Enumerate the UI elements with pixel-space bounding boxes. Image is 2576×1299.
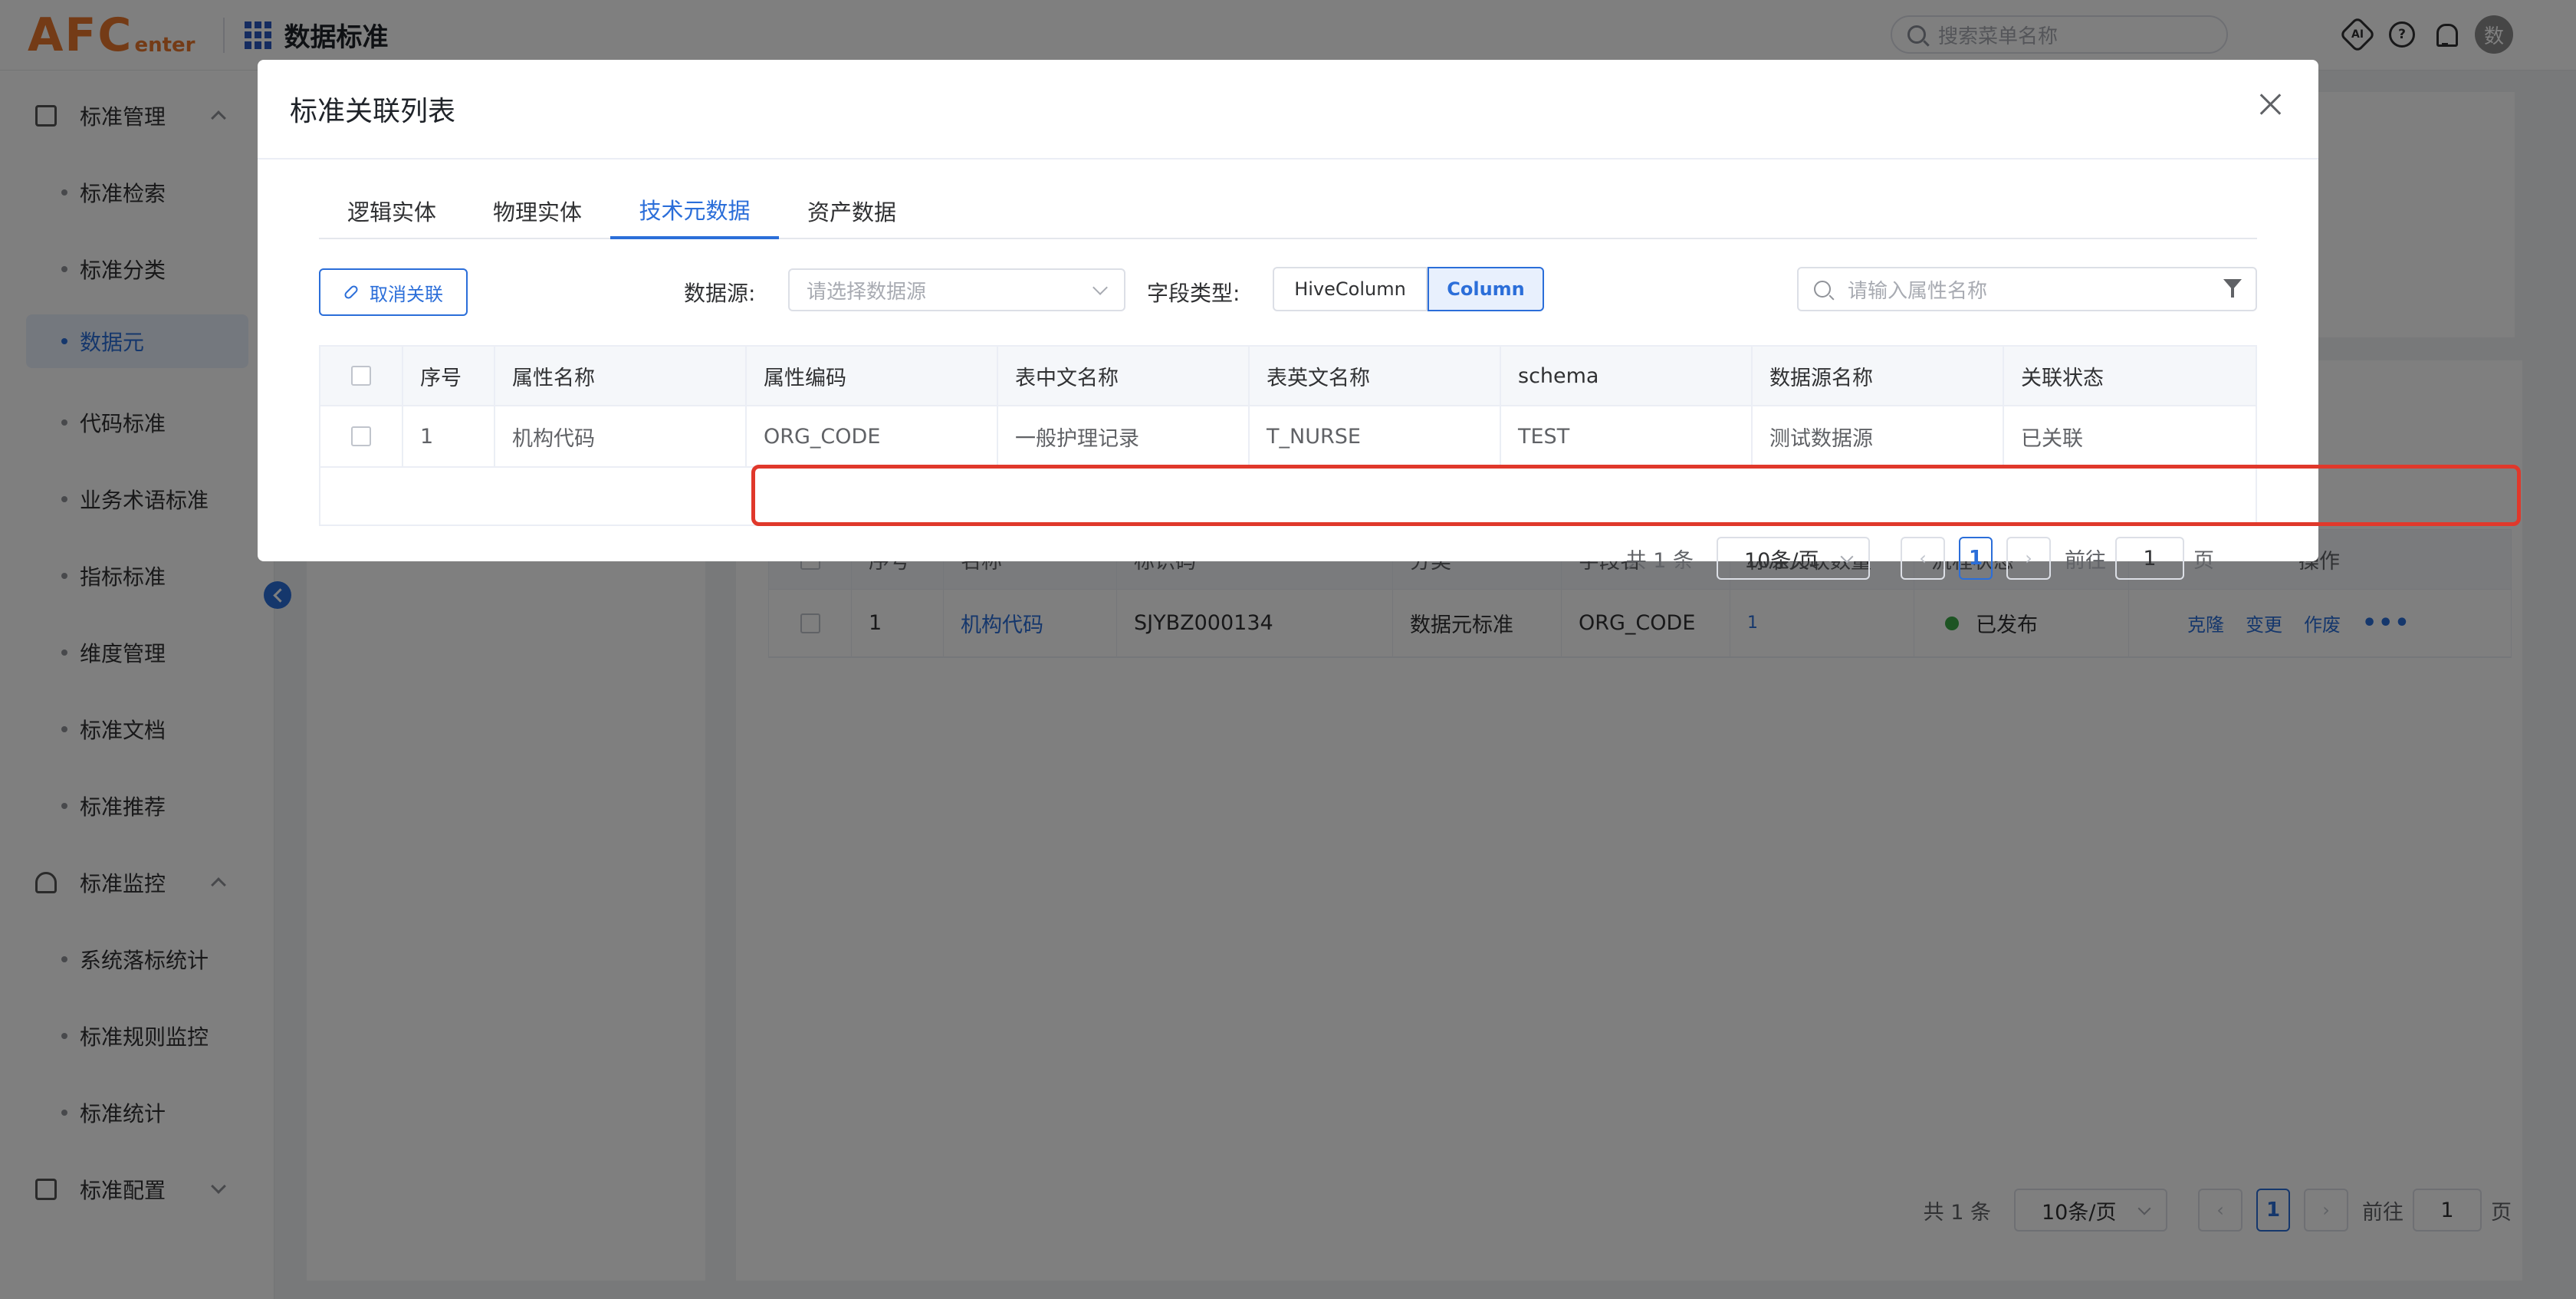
modal-divider (258, 158, 2318, 159)
field-type-label: 字段类型: (1147, 281, 1240, 306)
row-datasource: 测试数据源 (1753, 406, 2004, 466)
next-page-button[interactable]: › (2006, 537, 2051, 580)
row-checkbox-cell[interactable] (320, 406, 403, 466)
row-index: 1 (403, 406, 495, 466)
table-row: 1 机构代码 ORG_CODE 一般护理记录 T_NURSE TEST 测试数据… (320, 406, 2256, 468)
unlink-button[interactable]: 取消关联 (319, 268, 468, 316)
page-suffix: 页 (2193, 548, 2214, 573)
link-table-header: 序号 属性名称 属性编码 表中文名称 表英文名称 schema 数据源名称 关联… (320, 347, 2256, 406)
page-number-button[interactable]: 1 (1959, 537, 1993, 580)
link-icon (343, 284, 360, 301)
header-table-en: 表英文名称 (1250, 347, 1501, 405)
prev-page-button[interactable]: ‹ (1901, 537, 1945, 580)
goto-label: 前往 (2065, 548, 2106, 573)
row-link-status: 已关联 (2021, 426, 2083, 451)
row-table-en: T_NURSE (1250, 406, 1501, 466)
field-type-column-button[interactable]: Column (1428, 267, 1544, 311)
modal-tabs: 逻辑实体 物理实体 技术元数据 资产数据 (319, 183, 2257, 239)
header-checkbox-cell[interactable] (320, 347, 403, 405)
tab-physical-entity[interactable]: 物理实体 (465, 183, 610, 239)
tab-asset-data[interactable]: 资产数据 (779, 183, 925, 239)
page-size-select[interactable]: 10条/页 (1717, 537, 1870, 580)
attribute-search-placeholder: 请输入属性名称 (1848, 279, 1988, 303)
close-icon[interactable] (2259, 92, 2283, 117)
unlink-button-label: 取消关联 (370, 283, 443, 305)
row-table-cn: 一般护理记录 (998, 406, 1250, 466)
filter-icon[interactable] (2223, 279, 2242, 299)
header-table-cn: 表中文名称 (998, 347, 1250, 405)
header-datasource: 数据源名称 (1753, 347, 2004, 405)
header-attr-code: 属性编码 (747, 347, 998, 405)
tab-tech-metadata[interactable]: 技术元数据 (610, 183, 779, 239)
goto-page-input[interactable]: 1 (2115, 537, 2184, 580)
row-attr-code: ORG_CODE (747, 406, 998, 466)
standard-link-modal: 标准关联列表 逻辑实体 物理实体 技术元数据 资产数据 取消关联 数据源: 请选… (258, 60, 2521, 580)
row-schema: TEST (1501, 406, 1753, 466)
header-attr-name: 属性名称 (495, 347, 747, 405)
row-attr-name: 机构代码 (495, 406, 747, 466)
checkbox[interactable] (351, 426, 371, 446)
datasource-label: 数据源: (684, 281, 756, 306)
datasource-placeholder: 请选择数据源 (807, 280, 927, 304)
pager-total: 共 1 条 (1625, 548, 1694, 573)
tab-logical-entity[interactable]: 逻辑实体 (319, 183, 465, 239)
modal-pagination: 共 1 条 10条/页 ‹ 1 › 前往 1 页 (319, 535, 2257, 581)
row-highlight-box (751, 465, 2521, 526)
header-index: 序号 (403, 347, 495, 405)
attribute-search-input[interactable]: 请输入属性名称 (1797, 267, 2257, 311)
checkbox[interactable] (351, 366, 371, 386)
search-icon (1814, 281, 1831, 298)
header-schema: schema (1501, 347, 1753, 405)
field-type-hivecolumn-button[interactable]: HiveColumn (1273, 267, 1428, 311)
header-link-status: 关联状态 (2021, 366, 2104, 390)
modal-title: 标准关联列表 (290, 96, 456, 127)
datasource-select[interactable]: 请选择数据源 (788, 268, 1125, 311)
